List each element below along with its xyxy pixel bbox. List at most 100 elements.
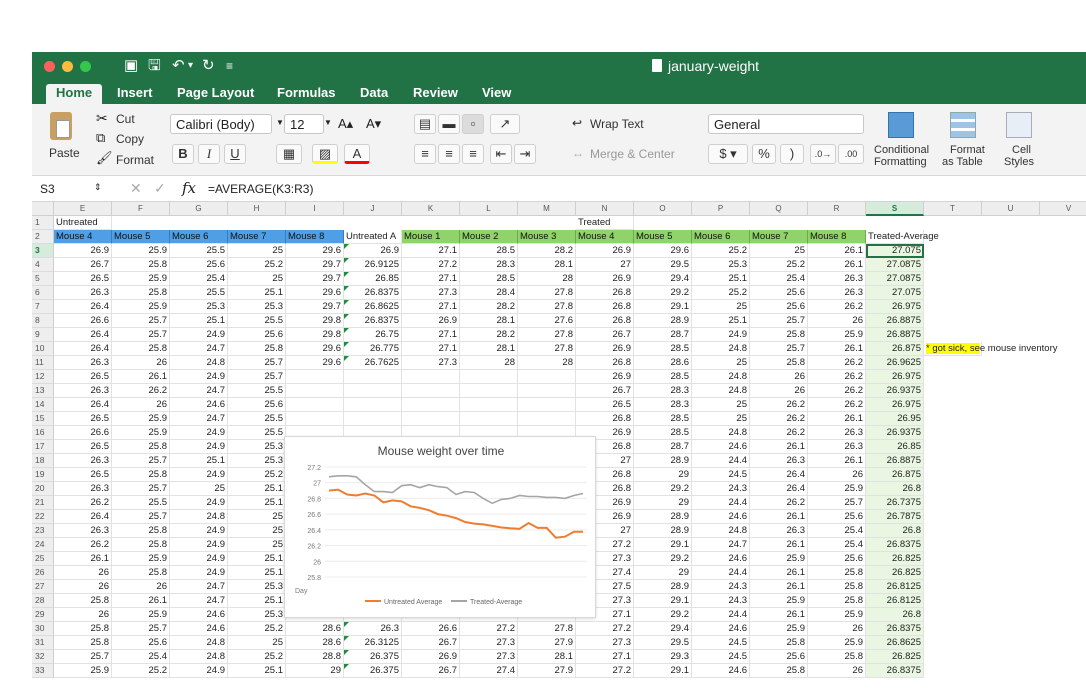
data-cell[interactable]: 26.8375 xyxy=(866,622,924,636)
data-cell[interactable]: 26.6 xyxy=(402,622,460,636)
align-top-button[interactable]: ▤ xyxy=(414,114,436,134)
data-cell[interactable]: 26.1 xyxy=(112,370,170,384)
data-cell[interactable]: 24.5 xyxy=(692,636,750,650)
data-cell[interactable]: 24.8 xyxy=(170,356,228,370)
data-cell[interactable]: 27.8 xyxy=(518,328,576,342)
row-header[interactable]: 5 xyxy=(32,272,54,286)
data-cell[interactable]: 25.1 xyxy=(228,664,286,678)
row-header[interactable]: 33 xyxy=(32,664,54,678)
data-cell[interactable]: 25.8 xyxy=(750,664,808,678)
data-cell[interactable]: 25.7 xyxy=(54,650,112,664)
header-cell[interactable]: Mouse 3 xyxy=(518,230,576,244)
row-header[interactable]: 3 xyxy=(32,244,54,258)
data-cell[interactable]: 26 xyxy=(54,566,112,580)
data-cell[interactable]: 25.7 xyxy=(228,370,286,384)
header-cell[interactable]: Mouse 8 xyxy=(808,230,866,244)
data-cell[interactable]: 25.7 xyxy=(112,482,170,496)
data-cell[interactable]: 28.5 xyxy=(460,244,518,258)
data-cell[interactable]: 26.3 xyxy=(750,524,808,538)
data-cell[interactable]: 25.8 xyxy=(112,342,170,356)
data-cell[interactable]: 25.1 xyxy=(692,314,750,328)
data-cell[interactable]: 25.8 xyxy=(808,580,866,594)
data-cell[interactable]: 26.6 xyxy=(54,314,112,328)
header-cell[interactable]: Mouse 4 xyxy=(576,230,634,244)
increase-font-icon[interactable]: A▴ xyxy=(338,116,353,132)
data-cell[interactable]: 28.2 xyxy=(460,328,518,342)
header-cell[interactable]: Mouse 2 xyxy=(460,230,518,244)
tab-formulas[interactable]: Formulas xyxy=(267,84,346,104)
data-cell[interactable]: 25.9 xyxy=(112,426,170,440)
data-cell[interactable]: 25.8 xyxy=(228,342,286,356)
data-cell[interactable] xyxy=(518,398,576,412)
data-cell[interactable]: 26.5 xyxy=(54,272,112,286)
data-cell[interactable]: 28.9 xyxy=(634,580,692,594)
data-cell[interactable]: 24.9 xyxy=(692,328,750,342)
data-cell[interactable]: 27.3 xyxy=(402,286,460,300)
data-cell[interactable]: 24.8 xyxy=(692,342,750,356)
data-cell[interactable]: 27.075 xyxy=(866,244,924,258)
data-cell[interactable]: 26.1 xyxy=(54,552,112,566)
data-cell[interactable]: 25.8 xyxy=(54,636,112,650)
data-cell[interactable]: 25.2 xyxy=(692,244,750,258)
data-cell[interactable]: 25.7 xyxy=(112,622,170,636)
row-header[interactable]: 13 xyxy=(32,384,54,398)
formula-input[interactable]: =AVERAGE(K3:R3) xyxy=(208,182,313,196)
font-color-button[interactable]: A xyxy=(344,144,370,164)
currency-button[interactable]: $ ▾ xyxy=(708,144,748,164)
data-cell[interactable]: 26.3 xyxy=(54,482,112,496)
data-cell[interactable]: 24.6 xyxy=(692,622,750,636)
data-cell[interactable]: 26.1 xyxy=(750,440,808,454)
data-cell[interactable]: 28 xyxy=(518,356,576,370)
data-cell[interactable]: 28.4 xyxy=(460,286,518,300)
data-cell[interactable]: 28.3 xyxy=(460,258,518,272)
copy-icon[interactable]: ⧉ xyxy=(96,130,105,146)
bold-button[interactable]: B xyxy=(172,144,194,164)
data-cell[interactable]: 26.5 xyxy=(54,440,112,454)
data-cell[interactable]: 26.7 xyxy=(576,328,634,342)
data-cell[interactable]: 28.3 xyxy=(634,384,692,398)
data-cell[interactable]: 26.8375 xyxy=(866,664,924,678)
data-cell[interactable]: 25.9 xyxy=(808,482,866,496)
data-cell[interactable]: 26.7 xyxy=(54,258,112,272)
data-cell[interactable]: 25.3 xyxy=(228,440,286,454)
data-cell[interactable] xyxy=(344,384,402,398)
data-cell[interactable]: 25.1 xyxy=(228,594,286,608)
data-cell[interactable]: 24.7 xyxy=(692,538,750,552)
data-cell[interactable]: 25.8 xyxy=(112,258,170,272)
data-cell[interactable]: 24.8 xyxy=(692,524,750,538)
data-cell[interactable]: 25 xyxy=(692,412,750,426)
row-header[interactable]: 28 xyxy=(32,594,54,608)
data-cell[interactable]: 25.7 xyxy=(750,314,808,328)
data-cell[interactable] xyxy=(344,370,402,384)
data-cell[interactable]: 25.9 xyxy=(112,272,170,286)
data-cell[interactable]: 28.2 xyxy=(518,244,576,258)
data-cell[interactable]: 26.2 xyxy=(750,412,808,426)
header-cell[interactable]: Mouse 4 xyxy=(54,230,112,244)
column-header-m[interactable]: M xyxy=(518,202,576,216)
data-cell[interactable]: 29.2 xyxy=(634,286,692,300)
data-cell[interactable]: 25.7 xyxy=(112,314,170,328)
data-cell[interactable]: 26.375 xyxy=(344,664,402,678)
data-cell[interactable]: 25.9 xyxy=(808,328,866,342)
wrap-text-icon[interactable]: ↩ xyxy=(572,116,582,130)
data-cell[interactable]: 25.2 xyxy=(750,258,808,272)
column-header-o[interactable]: O xyxy=(634,202,692,216)
data-cell[interactable] xyxy=(518,384,576,398)
data-cell[interactable]: 26.85 xyxy=(344,272,402,286)
data-cell[interactable]: 26.3 xyxy=(54,524,112,538)
customize-toolbar-icon[interactable]: ≡ xyxy=(226,56,233,76)
data-cell[interactable]: 26.1 xyxy=(750,566,808,580)
data-cell[interactable]: 25.4 xyxy=(112,650,170,664)
data-cell[interactable]: 27.9 xyxy=(518,664,576,678)
data-cell[interactable]: 25.9 xyxy=(54,664,112,678)
copy-button[interactable]: Copy xyxy=(116,132,144,146)
data-cell[interactable]: 26.3 xyxy=(808,426,866,440)
data-cell[interactable]: 29.1 xyxy=(634,594,692,608)
data-cell[interactable]: 24.7 xyxy=(170,594,228,608)
data-cell[interactable] xyxy=(460,412,518,426)
data-cell[interactable]: 26.875 xyxy=(866,468,924,482)
data-cell[interactable]: 24.3 xyxy=(692,594,750,608)
data-cell[interactable]: 24.7 xyxy=(170,580,228,594)
data-cell[interactable]: 25.2 xyxy=(692,286,750,300)
data-cell[interactable]: 25.3 xyxy=(228,608,286,622)
